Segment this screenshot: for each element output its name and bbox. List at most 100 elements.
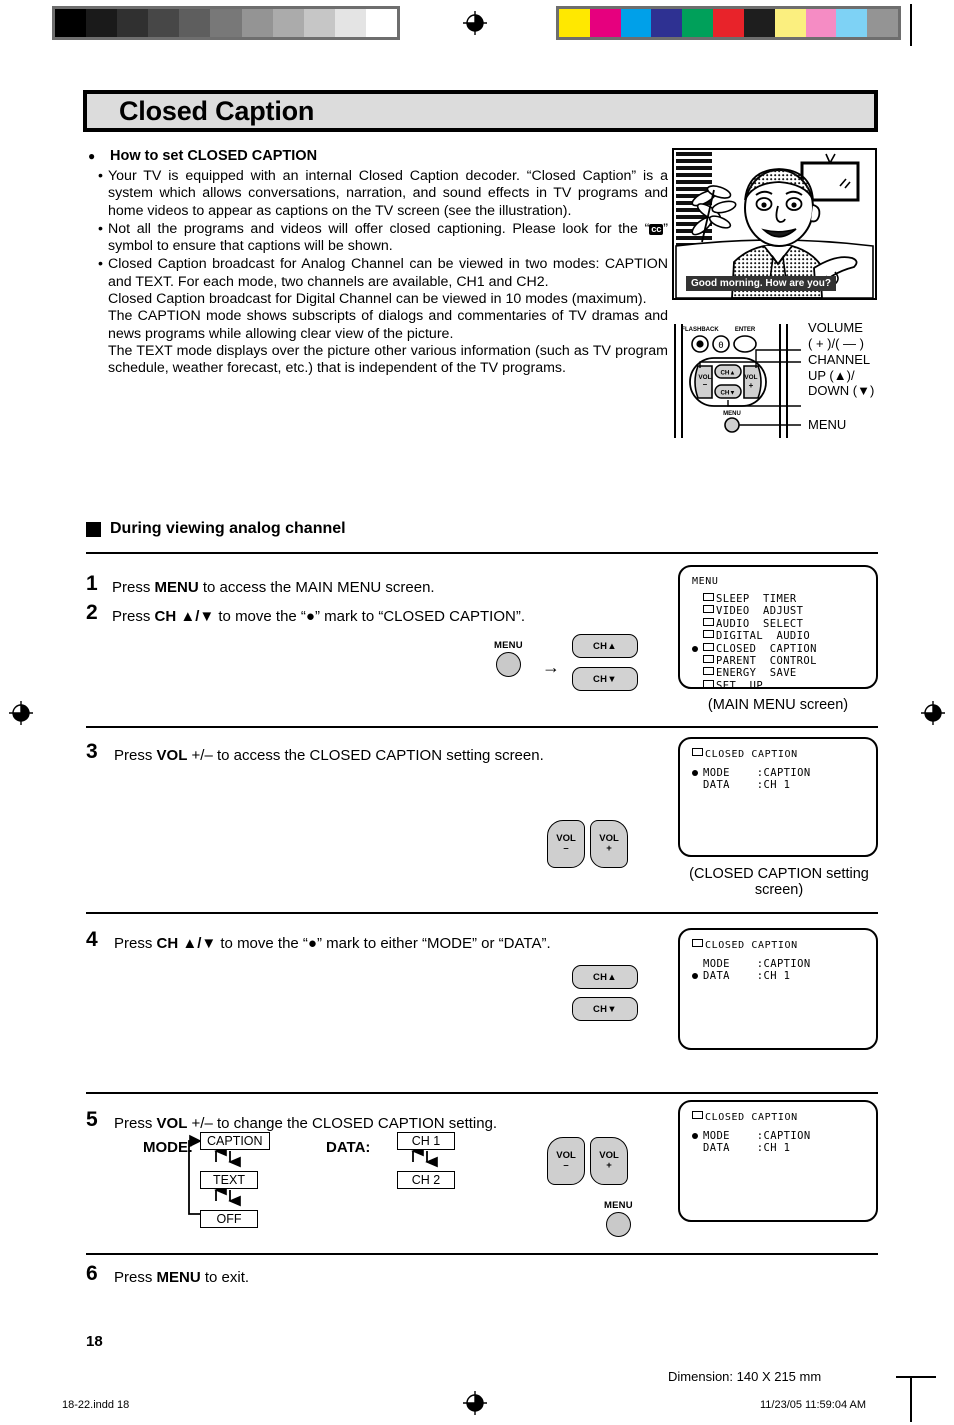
main-menu-item-digital-audio[interactable]: DIGITAL AUDIO	[692, 630, 864, 642]
step-2-key: CH ▲/▼	[154, 608, 215, 625]
step-5-text-b: +/– to change the CLOSED CAPTION setting…	[187, 1115, 498, 1132]
main-menu-item-energy-save[interactable]: ENERGY SAVE	[692, 667, 864, 679]
page-number: 18	[86, 1333, 103, 1350]
mode-option-off: OFF	[200, 1210, 258, 1228]
step-2-menu-button[interactable]: MENU	[494, 640, 523, 677]
step-6-key: MENU	[156, 1269, 201, 1286]
step-2-number: 2	[86, 601, 98, 624]
menu-button-circle[interactable]	[605, 1212, 631, 1237]
intro-bullet-1: • Your TV is equipped with an internal C…	[88, 168, 668, 220]
section-heading-row: During viewing analog channel	[86, 520, 878, 538]
svg-text:–: –	[703, 380, 708, 389]
vol-minus-button[interactable]: VOL –	[547, 1137, 585, 1185]
step-3-text-a: Press	[114, 747, 157, 764]
main-menu-item-parent-control[interactable]: PARENT CONTROL	[692, 655, 864, 667]
cc-step4-value: :CAPTION	[743, 958, 811, 970]
main-menu-item-label: AUDIO SELECT	[716, 617, 804, 630]
bullet-small-icon: •	[98, 220, 103, 237]
callout-channel-line1: CHANNEL	[808, 352, 871, 367]
intro-bullet-3-para-c: The CAPTION mode shows subscripts of dia…	[108, 308, 668, 342]
intro-bullet-3-para-d: The TEXT mode displays over the picture …	[108, 342, 668, 377]
vol-minus-sign: –	[563, 1160, 569, 1171]
rule-above-step-6	[86, 1253, 878, 1255]
callout-channel-line3: DOWN (▼)	[808, 383, 875, 398]
vol-plus-button[interactable]: VOL +	[590, 1137, 628, 1185]
section-square-icon	[86, 521, 101, 537]
cc-step5-row-mode[interactable]: MODE :CAPTION	[692, 1130, 864, 1142]
svg-text:ENTER: ENTER	[735, 327, 756, 333]
step-1-key: MENU	[154, 579, 199, 596]
step-2-arrow-icon: →	[542, 657, 560, 677]
cc-screen-title-step3: CLOSED CAPTION	[692, 748, 864, 760]
main-menu-item-audio-select[interactable]: AUDIO SELECT	[692, 617, 864, 630]
color-patch-2	[620, 9, 652, 37]
step-6-number: 6	[86, 1262, 98, 1285]
menu-button-circle[interactable]	[495, 652, 521, 677]
main-menu-item-closed-caption[interactable]: CLOSED CAPTION	[692, 642, 864, 655]
gray-patch-0	[55, 9, 87, 37]
step-5-vol-buttons[interactable]: VOL – VOL +	[547, 1137, 628, 1185]
cc-step4-row-mode[interactable]: MODE :CAPTION	[692, 958, 864, 970]
cc-screen-title-text-step5: CLOSED CAPTION	[705, 1112, 798, 1123]
main-menu-item-set-up[interactable]: SET UP	[692, 679, 864, 692]
menu-item-icon	[703, 617, 714, 626]
intro-heading: How to set CLOSED CAPTION	[110, 148, 318, 164]
step-2-text-a: Press	[112, 608, 155, 625]
step-1-number: 1	[86, 572, 98, 595]
cc-screen-title-step4: CLOSED CAPTION	[692, 939, 864, 951]
cc-symbol-icon: cc	[649, 223, 664, 235]
cc-screen-title-text-step3: CLOSED CAPTION	[705, 749, 798, 760]
step-5-menu-button[interactable]: MENU	[604, 1200, 633, 1237]
step-4-ch-down-button[interactable]: CH▼	[572, 997, 638, 1021]
registration-mark-top	[462, 10, 488, 36]
menu-button-label: MENU	[604, 1200, 633, 1211]
menu-item-icon	[703, 605, 714, 614]
main-menu-item-sleep-timer[interactable]: SLEEP TIMER	[692, 593, 864, 605]
mode-flow-diagram: CAPTION TEXT OFF	[186, 1132, 296, 1234]
step-5-text-a: Press	[114, 1115, 157, 1132]
vol-minus-sign: –	[563, 843, 569, 854]
illustration-caption-bar: Good morning. How are you?	[686, 276, 836, 291]
data-flow-diagram: CH 1 CH 2	[385, 1132, 475, 1196]
selection-dot-icon	[692, 770, 698, 776]
color-calibration-bar	[556, 6, 901, 40]
cc-step4-row-data[interactable]: DATA :CH 1	[692, 970, 864, 982]
vol-plus-button[interactable]: VOL +	[590, 820, 628, 868]
menu-item-icon	[703, 667, 714, 676]
callout-volume-line2: ( + )/( — )	[808, 335, 864, 351]
cc-step3-label: DATA	[703, 779, 744, 792]
svg-text:FLASHBACK: FLASHBACK	[681, 327, 719, 333]
rule-above-step-3	[86, 726, 878, 728]
callout-channel: CHANNEL UP (▲)/ DOWN (▼)	[808, 352, 874, 399]
vol-minus-button[interactable]: VOL –	[547, 820, 585, 868]
step-2-ch-down-button[interactable]: CH▼	[572, 667, 638, 691]
color-patch-5	[713, 9, 744, 37]
cc-setting-screen-caption: (CLOSED CAPTION setting screen)	[689, 866, 869, 898]
cc-step3-row-data[interactable]: DATA :CH 1	[692, 779, 864, 791]
svg-text:VOL: VOL	[744, 374, 757, 381]
cc-icon	[692, 939, 703, 947]
step-4-ch-up-button[interactable]: CH▲	[572, 965, 638, 989]
step-3-vol-buttons[interactable]: VOL – VOL +	[547, 820, 628, 868]
section-heading: During viewing analog channel	[110, 520, 346, 537]
cc-icon	[692, 1111, 703, 1119]
vol-plus-sign: +	[606, 1160, 612, 1171]
rule-under-section-heading	[86, 552, 878, 554]
step-2-text-b: to move the “●” mark to “CLOSED CAPTION”…	[214, 608, 526, 625]
color-patch-8	[805, 9, 837, 37]
registration-mark-left	[8, 700, 34, 726]
main-menu-item-label: SET UP	[716, 679, 764, 692]
main-menu-item-video-adjust[interactable]: VIDEO ADJUST	[692, 605, 864, 617]
page-title-banner: Closed Caption	[83, 90, 878, 132]
intro-bullet-2: • Not all the programs and videos will o…	[88, 221, 668, 256]
cc-screen-rows-step4: MODE :CAPTION DATA :CH 1	[692, 958, 864, 983]
main-menu-item-label: VIDEO ADJUST	[716, 605, 804, 618]
step-2-ch-up-button[interactable]: CH▲	[572, 634, 638, 658]
cc-step4-label: MODE	[703, 958, 744, 970]
step-1-text: Press MENU to access the MAIN MENU scree…	[112, 578, 672, 597]
step-5-key: VOL	[156, 1115, 188, 1132]
cc-step3-row-mode[interactable]: MODE :CAPTION	[692, 767, 864, 779]
cc-step5-value: :CAPTION	[743, 1130, 811, 1142]
page-edge-top-right	[910, 4, 912, 46]
cc-step5-row-data[interactable]: DATA :CH 1	[692, 1142, 864, 1154]
